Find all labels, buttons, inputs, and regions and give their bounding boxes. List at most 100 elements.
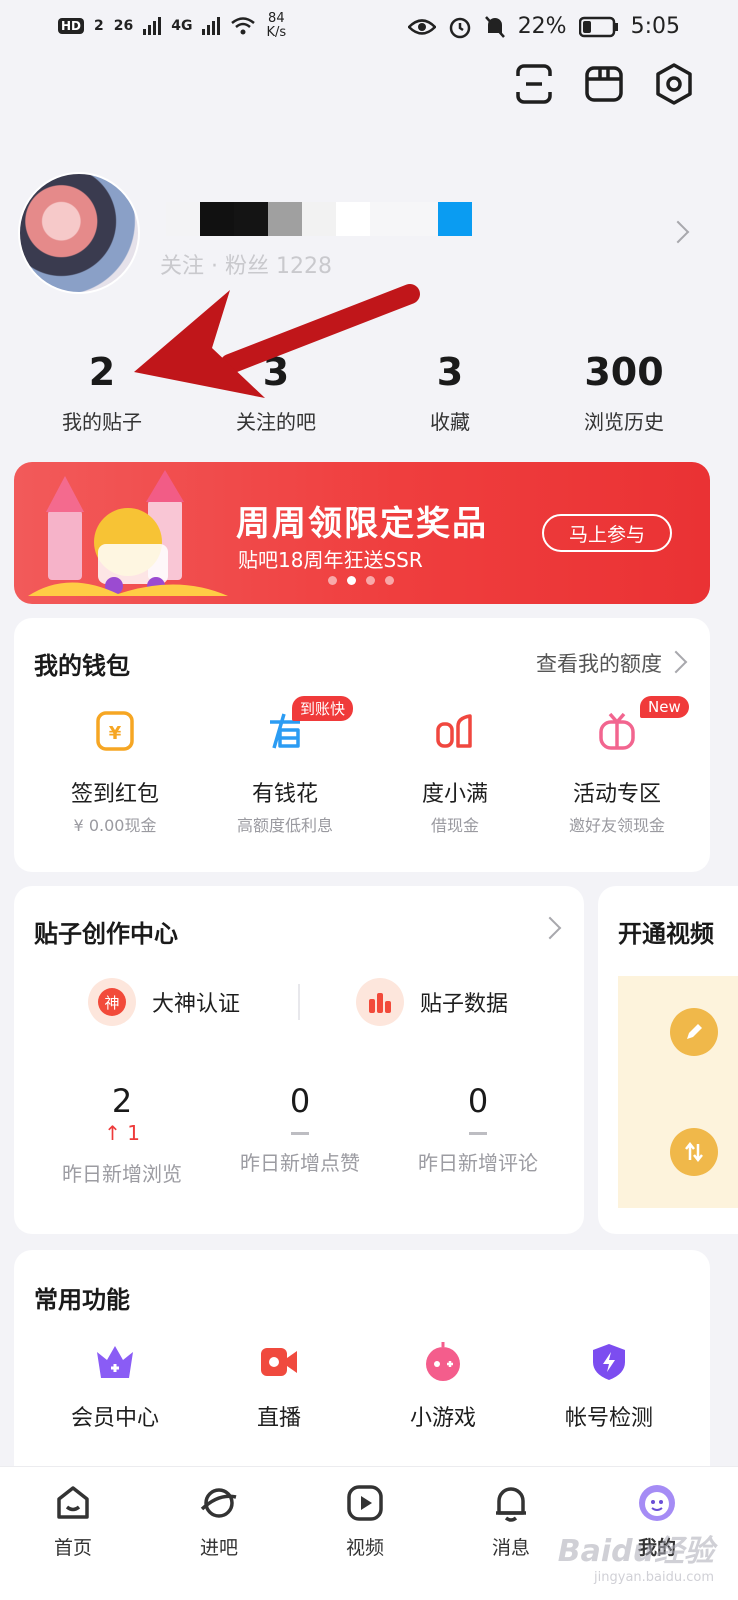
wallet-item-duxiaoman[interactable]: 度小满 借现金 — [368, 710, 542, 836]
live-camera-icon — [261, 1348, 297, 1376]
bar-chart-icon — [356, 978, 404, 1026]
gift-icon — [599, 712, 635, 750]
scan-button[interactable] — [512, 62, 556, 106]
watermark-domain: jingyan.baidu.com — [594, 1570, 714, 1585]
signal-icon — [143, 17, 162, 35]
username-redacted — [166, 202, 472, 236]
wallet-arrow[interactable] — [664, 650, 688, 674]
edit-pencil-icon — [670, 1008, 718, 1056]
carousel-dot[interactable] — [385, 576, 394, 585]
status-left: HD 2 26 4G 84 K/s — [58, 12, 286, 40]
join-now-button[interactable]: 马上参与 — [542, 514, 672, 552]
god-badge-icon: 神 — [88, 978, 136, 1026]
wallet-item-name: 有钱花 — [251, 782, 318, 807]
stat-delta: ↑ 1 — [32, 1120, 212, 1146]
carousel-dot[interactable] — [328, 576, 337, 585]
common-item-account-check[interactable]: 帐号检测 — [522, 1342, 696, 1432]
video-open-card[interactable]: 开通视频 — [598, 886, 738, 1234]
wallet-item-desc: 高额度低利息 — [236, 816, 333, 835]
battery-icon — [578, 16, 618, 37]
my-avatar-icon — [639, 1485, 675, 1521]
follow-fans-text: 关注 · 粉丝 1228 — [160, 254, 332, 279]
wallet-item-name: 签到红包 — [70, 782, 159, 807]
view-quota-link[interactable]: 查看我的额度 — [536, 648, 662, 678]
god-badge-text: 神 — [98, 988, 126, 1016]
wifi-icon — [231, 17, 256, 35]
stat-history[interactable]: 300 浏览历史 — [534, 350, 714, 435]
carousel-dots — [328, 576, 394, 585]
post-data-button[interactable]: 贴子数据 — [356, 978, 508, 1026]
stat-label: 昨日新增点赞 — [240, 1151, 360, 1175]
bell-icon — [496, 1487, 526, 1522]
common-item-name: 帐号检测 — [564, 1406, 653, 1431]
chevron-right-icon — [538, 916, 562, 940]
nav-home[interactable]: 首页 — [0, 1483, 146, 1560]
common-item-name: 直播 — [256, 1406, 301, 1431]
common-item-mini-games[interactable]: 小游戏 — [356, 1342, 530, 1432]
settings-button[interactable] — [652, 62, 696, 106]
creation-center-card: 贴子创作中心 神 大神认证 贴子数据 2 ↑ 1 昨日新增浏览 0 昨日新增点赞… — [14, 886, 584, 1234]
stat-value: 2 — [111, 1082, 133, 1120]
dress-up-button[interactable] — [582, 62, 626, 106]
wallet-title: 我的钱包 — [34, 652, 130, 680]
svg-text:¥: ¥ — [109, 723, 122, 744]
wallet-item-signin-redpacket[interactable]: ¥ 签到红包 ¥ 0.00现金 — [28, 710, 202, 836]
net2-label: 4G — [171, 18, 193, 34]
nav-label: 视频 — [345, 1537, 384, 1559]
annotation-arrow — [134, 284, 420, 398]
common-functions-card: 常用功能 会员中心 直播 小游戏 帐号检测 — [14, 1250, 710, 1490]
creation-arrow[interactable] — [538, 916, 562, 940]
common-item-name: 会员中心 — [70, 1406, 159, 1431]
god-certify-button[interactable]: 神 大神认证 — [88, 978, 240, 1026]
fast-arrival-badge: 到账快 — [292, 696, 354, 721]
clock-time: 5:05 — [630, 14, 680, 39]
nav-enter-bar[interactable]: 进吧 — [146, 1483, 292, 1560]
duxiaoman-icon — [436, 714, 472, 748]
crown-icon — [97, 1346, 133, 1378]
baidu-jingyan-watermark: Baidu经验 jingyan.baidu.com — [558, 1526, 714, 1585]
promo-banner[interactable]: 周周领限定奖品 贴吧18周年狂送SSR 马上参与 — [14, 462, 710, 604]
wallet-item-youqianhua[interactable]: 有钱花 高额度低利息 — [198, 710, 372, 836]
carousel-dot[interactable] — [366, 576, 375, 585]
castle-illustration-icon — [28, 470, 228, 596]
god-certify-label: 大神认证 — [152, 992, 241, 1017]
common-item-live[interactable]: 直播 — [192, 1342, 366, 1432]
stat-label: 昨日新增评论 — [418, 1151, 538, 1175]
shield-icon — [593, 1344, 625, 1380]
wallet-card: 我的钱包 查看我的额度 ¥ 签到红包 ¥ 0.00现金 有钱花 高额度低利息 到… — [14, 618, 710, 872]
new-badge: New — [640, 696, 689, 718]
common-item-name: 小游戏 — [409, 1406, 476, 1431]
signal-icon-2 — [202, 17, 221, 35]
wallet-item-activity-zone[interactable]: 活动专区 邀好友领现金 — [530, 710, 704, 836]
sim-slot: 2 — [94, 18, 104, 34]
eye-icon — [407, 18, 436, 35]
common-item-vip[interactable]: 会员中心 — [28, 1342, 202, 1432]
chevron-right-icon — [664, 650, 688, 674]
speed-unit: K/s — [266, 25, 287, 40]
stat-new-comments: 0 昨日新增评论 — [388, 1082, 568, 1176]
common-title: 常用功能 — [34, 1286, 130, 1314]
up-arrow-icon: ↑ — [104, 1121, 128, 1145]
planet-icon — [200, 1488, 237, 1518]
avatar[interactable] — [18, 172, 140, 294]
stat-new-likes: 0 昨日新增点赞 — [210, 1082, 390, 1176]
nav-video[interactable]: 视频 — [292, 1483, 438, 1560]
no-change-dash — [291, 1132, 309, 1135]
chevron-right-icon — [666, 220, 690, 244]
wallet-item-name: 活动专区 — [572, 782, 661, 807]
net-speed: 84 K/s — [266, 12, 286, 40]
speed-value: 84 — [268, 11, 285, 26]
game-icon — [426, 1342, 460, 1381]
creation-title: 贴子创作中心 — [34, 920, 178, 948]
profile-arrow[interactable] — [666, 220, 690, 244]
carousel-dot-active[interactable] — [347, 576, 356, 585]
stat-value: 0 — [289, 1082, 311, 1120]
wallet-item-desc: ¥ 0.00现金 — [73, 816, 157, 835]
video-card-panel — [618, 976, 738, 1208]
wallet-item-desc: 借现金 — [430, 816, 479, 835]
post-data-label: 贴子数据 — [420, 992, 509, 1017]
stat-value: 300 — [584, 350, 664, 394]
banner-subtitle: 贴吧18周年狂送SSR — [238, 548, 423, 572]
settings-icon — [656, 63, 692, 105]
wallet-item-name: 度小满 — [421, 782, 488, 807]
